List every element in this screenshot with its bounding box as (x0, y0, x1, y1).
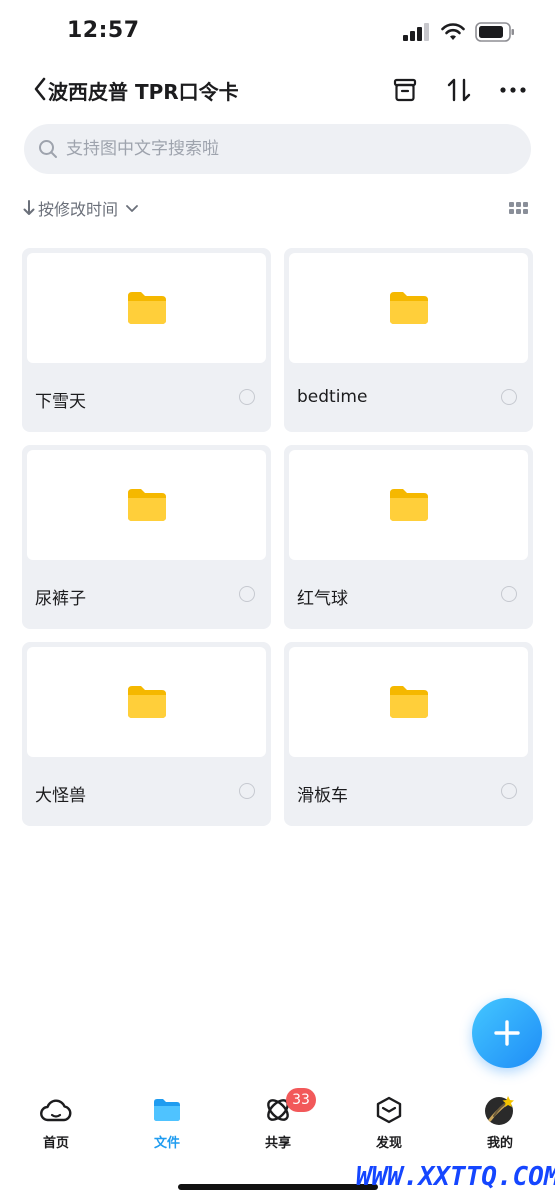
folder-name: 尿裤子 (35, 589, 86, 609)
tab-label: 首页 (42, 1136, 69, 1151)
select-checkbox[interactable] (501, 783, 517, 799)
back-button[interactable] (32, 76, 48, 102)
folder-name: 大怪兽 (35, 786, 86, 806)
tab-files[interactable]: 文件 (127, 1094, 207, 1151)
sort-arrows-icon (447, 78, 471, 102)
folder-icon (127, 686, 166, 718)
select-checkbox[interactable] (239, 783, 255, 799)
folder-preview (289, 253, 528, 363)
folder-card[interactable]: 大怪兽 (22, 642, 271, 826)
folder-card[interactable]: 红气球 (284, 445, 533, 629)
folder-name: bedtime (297, 387, 368, 407)
tab-share[interactable]: 33 共享 (238, 1088, 318, 1151)
notification-badge: 33 (286, 1088, 316, 1112)
folder-preview (27, 647, 266, 757)
folder-preview (289, 450, 528, 560)
page-title: 波西皮普 TPR口令卡 (48, 80, 239, 104)
watermark: WWW.XXTTQ.COM (356, 1162, 555, 1192)
folder-preview (27, 253, 266, 363)
select-checkbox[interactable] (501, 389, 517, 405)
status-icons (403, 22, 515, 42)
search-bar[interactable] (24, 124, 531, 174)
more-icon (500, 87, 526, 93)
folder-icon (389, 489, 428, 521)
tab-label: 共享 (264, 1136, 291, 1151)
wifi-icon (441, 23, 465, 40)
chevron-down-icon (126, 205, 138, 212)
status-time: 12:57 (67, 18, 140, 43)
tab-discover[interactable]: 发现 (349, 1094, 429, 1151)
folder-card[interactable]: 尿裤子 (22, 445, 271, 629)
sort-selector[interactable]: 按修改时间 (22, 196, 140, 220)
folder-icon (151, 1094, 183, 1126)
folder-icon (389, 686, 428, 718)
home-indicator (178, 1184, 378, 1190)
folder-icon (127, 292, 166, 324)
sort-down-arrow-icon (23, 200, 35, 215)
folder-name: 红气球 (297, 589, 348, 609)
folder-card[interactable]: 滑板车 (284, 642, 533, 826)
grid-view-toggle[interactable] (509, 202, 529, 216)
folder-icon (389, 292, 428, 324)
select-checkbox[interactable] (239, 586, 255, 602)
plus-icon (494, 1020, 520, 1046)
tab-profile[interactable]: 我的 (460, 1094, 540, 1151)
tab-label: 发现 (375, 1136, 402, 1151)
search-icon (39, 140, 57, 158)
select-checkbox[interactable] (501, 586, 517, 602)
tab-bar: 首页 文件 33 共享 发现 我的 (0, 1088, 555, 1164)
folder-card[interactable]: bedtime (284, 248, 533, 432)
avatar (484, 1094, 516, 1126)
cube-icon (373, 1094, 405, 1126)
add-button[interactable] (472, 998, 542, 1068)
folder-card[interactable]: 下雪天 (22, 248, 271, 432)
folder-preview (27, 450, 266, 560)
archive-button[interactable] (389, 74, 421, 106)
cloud-icon (40, 1094, 72, 1126)
tab-label: 我的 (486, 1136, 513, 1151)
archive-icon (393, 78, 417, 102)
folder-grid: 下雪天 bedtime 尿裤子 红气球 大怪兽 滑板车 (22, 248, 533, 826)
folder-preview (289, 647, 528, 757)
tab-label: 文件 (153, 1136, 180, 1151)
signal-icon (403, 23, 429, 41)
more-button[interactable] (497, 74, 529, 106)
search-input[interactable] (66, 139, 486, 159)
folder-name: 下雪天 (35, 392, 86, 412)
status-bar: 12:57 (0, 0, 555, 64)
folder-name: 滑板车 (297, 786, 348, 806)
sort-label: 按修改时间 (38, 200, 119, 219)
folder-icon (127, 489, 166, 521)
tab-home[interactable]: 首页 (16, 1094, 96, 1151)
select-checkbox[interactable] (239, 389, 255, 405)
header: 波西皮普 TPR口令卡 (0, 66, 555, 114)
sort-button[interactable] (443, 74, 475, 106)
battery-icon (475, 22, 514, 42)
